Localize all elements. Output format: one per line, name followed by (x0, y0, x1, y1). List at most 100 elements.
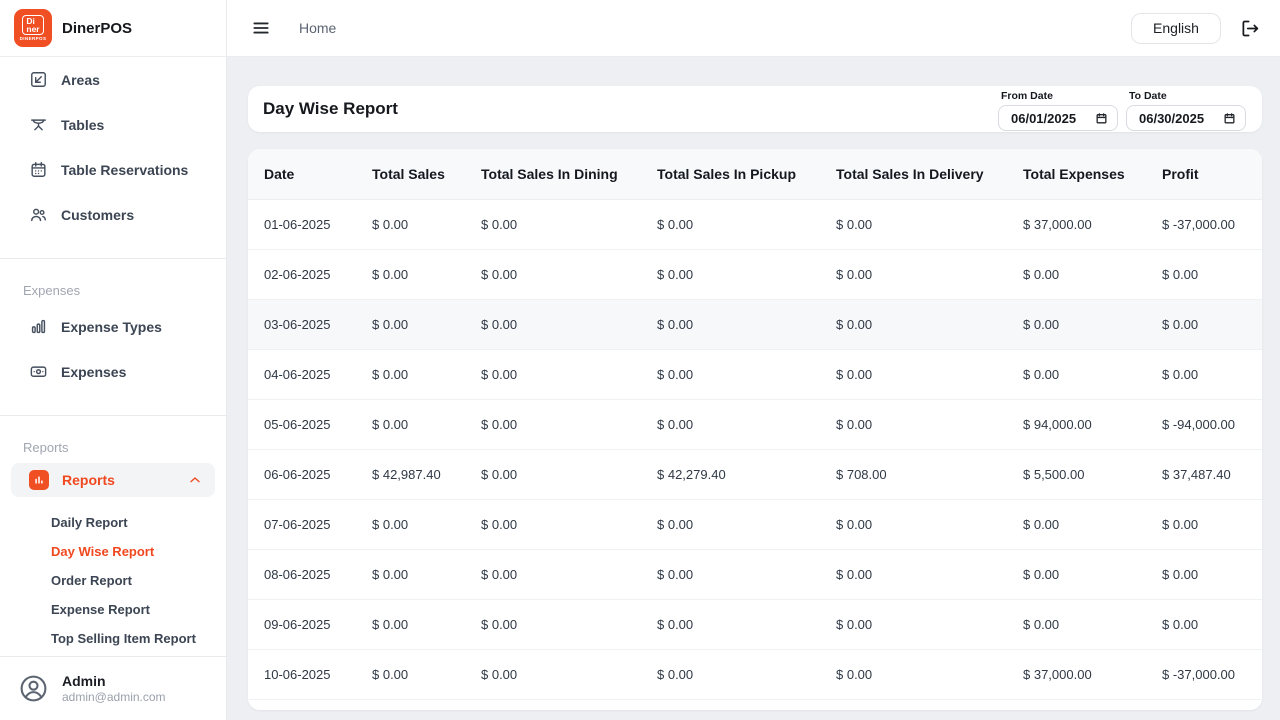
reports-icon (29, 470, 49, 490)
table-cell: $ 42,279.40 (641, 449, 820, 499)
submenu-item-top-selling-item-report[interactable]: Top Selling Item Report (0, 624, 226, 653)
calendar-icon[interactable] (1223, 112, 1236, 125)
sidebar-item-table-reservations[interactable]: Table Reservations (0, 147, 226, 192)
app-root: Di ner DINERPOS DinerPOS AreasTablesTabl… (0, 0, 1280, 720)
table-cell: $ 0.00 (641, 649, 820, 699)
sidebar-nav-expenses: Expense TypesExpenses (0, 304, 226, 394)
submenu-item-daily-report[interactable]: Daily Report (0, 508, 226, 537)
table-cell: $ 0.00 (356, 599, 465, 649)
date-filters: From Date 06/01/2025 To Date 06/30/2025 (998, 86, 1246, 131)
table-header-row: DateTotal SalesTotal Sales In DiningTota… (248, 149, 1262, 199)
table-cell: $ 0.00 (356, 549, 465, 599)
report-table-card: DateTotal SalesTotal Sales In DiningTota… (248, 149, 1262, 710)
table-cell: $ 0.00 (465, 249, 641, 299)
sidebar-divider (0, 258, 226, 259)
table-cell: $ 0.00 (820, 399, 1007, 449)
table-cell: $ 0.00 (1146, 299, 1262, 349)
brand-name: DinerPOS (62, 20, 132, 37)
table-cell: 10-06-2025 (248, 649, 356, 699)
logo-text-bottom: DINERPOS (20, 36, 47, 41)
to-date-value: 06/30/2025 (1139, 111, 1217, 126)
logo-text-mid: ner (26, 25, 39, 33)
table-cell: 05-06-2025 (248, 399, 356, 449)
table-cell: $ 0.00 (465, 399, 641, 449)
calendar-icon[interactable] (1095, 112, 1108, 125)
table-cell: $ 0.00 (356, 399, 465, 449)
table-cell: $ 0.00 (820, 599, 1007, 649)
user-email: admin@admin.com (62, 690, 166, 706)
sidebar-item-label: Reports (62, 472, 174, 488)
table-cell: $ 0.00 (641, 399, 820, 449)
customers-icon (29, 205, 48, 224)
table-cell: $ 0.00 (1007, 599, 1146, 649)
table-row: 01-06-2025$ 0.00$ 0.00$ 0.00$ 0.00$ 37,0… (248, 199, 1262, 249)
table-cell: $ 0.00 (465, 449, 641, 499)
sidebar-menu: AreasTablesTable ReservationsCustomers E… (0, 57, 226, 656)
sidebar-item-expenses[interactable]: Expenses (0, 349, 226, 394)
content: Day Wise Report From Date 06/01/2025 To … (227, 57, 1280, 710)
table-cell: $ 0.00 (820, 349, 1007, 399)
table-row: 04-06-2025$ 0.00$ 0.00$ 0.00$ 0.00$ 0.00… (248, 349, 1262, 399)
table-cell: $ 0.00 (1146, 249, 1262, 299)
table-cell: 07-06-2025 (248, 499, 356, 549)
dinerpos-logo: Di ner DINERPOS (14, 9, 52, 47)
table-cell: $ 37,000.00 (1007, 649, 1146, 699)
table-cell: 09-06-2025 (248, 599, 356, 649)
table-cell: $ 0.00 (356, 349, 465, 399)
table-cell: $ 0.00 (465, 599, 641, 649)
table-cell: $ 0.00 (465, 549, 641, 599)
submenu-item-day-wise-report[interactable]: Day Wise Report (0, 537, 226, 566)
section-label-reports: Reports (23, 440, 226, 455)
table-cell: $ 708.00 (820, 449, 1007, 499)
submenu-item-expense-report[interactable]: Expense Report (0, 595, 226, 624)
from-date-input[interactable]: 06/01/2025 (998, 105, 1118, 131)
sidebar-item-areas[interactable]: Areas (0, 57, 226, 102)
logout-icon[interactable] (1239, 18, 1260, 39)
table-cell: $ 0.00 (356, 649, 465, 699)
sidebar-item-tables[interactable]: Tables (0, 102, 226, 147)
table-row: 08-06-2025$ 0.00$ 0.00$ 0.00$ 0.00$ 0.00… (248, 549, 1262, 599)
hamburger-menu-icon[interactable] (251, 18, 271, 38)
to-date-input[interactable]: 06/30/2025 (1126, 105, 1246, 131)
table-cell: 06-06-2025 (248, 449, 356, 499)
table-cell: $ 0.00 (641, 299, 820, 349)
table-cell: $ 0.00 (1007, 249, 1146, 299)
table-cell: $ -37,000.00 (1146, 649, 1262, 699)
brand[interactable]: Di ner DINERPOS DinerPOS (0, 0, 226, 57)
table-cell: $ 0.00 (356, 499, 465, 549)
table-cell: 03-06-2025 (248, 299, 356, 349)
sidebar-divider (0, 415, 226, 416)
table-cell: $ 94,000.00 (1007, 399, 1146, 449)
table-cell: $ 0.00 (1146, 499, 1262, 549)
column-header-total-sales-in-delivery: Total Sales In Delivery (820, 149, 1007, 199)
table-row: 03-06-2025$ 0.00$ 0.00$ 0.00$ 0.00$ 0.00… (248, 299, 1262, 349)
sidebar-item-customers[interactable]: Customers (0, 192, 226, 237)
table-body: 01-06-2025$ 0.00$ 0.00$ 0.00$ 0.00$ 37,0… (248, 199, 1262, 710)
sidebar-item-expense-types[interactable]: Expense Types (0, 304, 226, 349)
breadcrumb[interactable]: Home (299, 20, 336, 36)
table-cell: $ 0.00 (641, 199, 820, 249)
table-cell: $ -94,000.00 (1146, 399, 1262, 449)
table-cell: 08-06-2025 (248, 549, 356, 599)
calendar-reservation-icon (29, 160, 48, 179)
table-cell: $ 0.00 (641, 249, 820, 299)
user-panel[interactable]: Admin admin@admin.com (0, 656, 226, 720)
table-cell: $ 0.00 (465, 499, 641, 549)
table-row: 05-06-2025$ 0.00$ 0.00$ 0.00$ 0.00$ 94,0… (248, 399, 1262, 449)
to-date-group: To Date 06/30/2025 (1126, 90, 1246, 131)
table-cell: $ 0.00 (356, 299, 465, 349)
bar-chart-icon (29, 317, 48, 336)
column-header-total-sales-in-pickup: Total Sales In Pickup (641, 149, 820, 199)
table-cell: $ 0.00 (641, 599, 820, 649)
submenu-item-order-report[interactable]: Order Report (0, 566, 226, 595)
report-header-card: Day Wise Report From Date 06/01/2025 To … (248, 86, 1262, 132)
table-cell: $ 0.00 (820, 249, 1007, 299)
table-cell: $ 5,500.00 (1007, 449, 1146, 499)
from-date-group: From Date 06/01/2025 (998, 90, 1118, 131)
sidebar-item-reports[interactable]: Reports (11, 463, 215, 497)
language-button[interactable]: English (1131, 13, 1221, 44)
from-date-label: From Date (1001, 90, 1118, 102)
topbar: Home English (227, 0, 1280, 57)
table-cell: $ 0.00 (641, 349, 820, 399)
table-cell: $ 0.00 (641, 549, 820, 599)
